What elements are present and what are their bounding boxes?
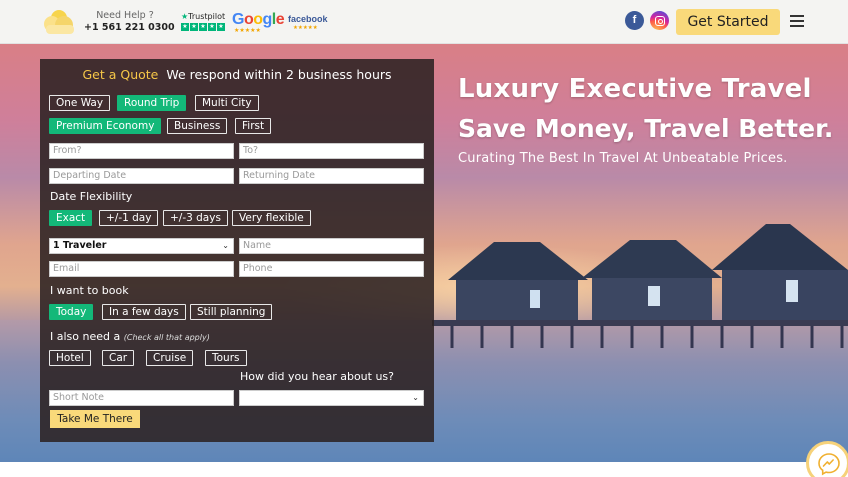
book-still-planning[interactable]: Still planning xyxy=(190,304,273,320)
chevron-down-icon: ⌄ xyxy=(222,241,229,250)
facebook-stars: ★★★★★ xyxy=(293,25,318,31)
departing-date-input[interactable]: Departing Date xyxy=(49,168,234,184)
chevron-down-icon: ⌄ xyxy=(412,393,419,402)
need-car[interactable]: Car xyxy=(102,350,135,366)
facebook-badge[interactable]: facebook xyxy=(288,14,328,24)
flex-very-flexible[interactable]: Very flexible xyxy=(232,210,311,226)
site-header: Need Help ? +1 561 221 0300 ★Trustpilot … xyxy=(0,0,848,44)
instagram-icon[interactable] xyxy=(650,11,669,30)
trip-multi-city[interactable]: Multi City xyxy=(195,95,259,111)
also-need-text: I also need a xyxy=(50,330,121,343)
need-hotel[interactable]: Hotel xyxy=(49,350,91,366)
from-input[interactable]: From? xyxy=(49,143,234,159)
messenger-chat-button[interactable] xyxy=(806,441,848,477)
book-label: I want to book xyxy=(50,284,129,297)
hero-subtitle: Curating The Best In Travel At Unbeatabl… xyxy=(458,151,788,166)
google-badge[interactable]: Google xyxy=(232,12,285,28)
facebook-icon[interactable]: f xyxy=(625,11,644,30)
form-heading-text: We respond within 2 business hours xyxy=(166,67,392,82)
hear-about-select[interactable]: ⌄ xyxy=(239,390,424,406)
travelers-value: 1 Traveler xyxy=(53,240,107,251)
trip-one-way[interactable]: One Way xyxy=(49,95,111,111)
travelers-select[interactable]: 1 Traveler ⌄ xyxy=(49,238,234,254)
trustpilot-badge[interactable]: ★Trustpilot ★ ★ ★ ★ ★ xyxy=(181,12,225,31)
phone-input[interactable]: Phone xyxy=(239,261,424,277)
flex-exact[interactable]: Exact xyxy=(49,210,93,226)
email-input[interactable]: Email xyxy=(49,261,234,277)
also-need-label: I also need a (Check all that apply) xyxy=(50,330,210,343)
hear-about-label: How did you hear about us? xyxy=(240,370,394,383)
name-input[interactable]: Name xyxy=(239,238,424,254)
flex-3-days[interactable]: +/-3 days xyxy=(163,210,228,226)
help-contact: Need Help ? +1 561 221 0300 xyxy=(84,10,175,34)
take-me-there-button[interactable]: Take Me There xyxy=(50,410,140,428)
messenger-icon xyxy=(818,453,840,476)
also-need-hint: (Check all that apply) xyxy=(123,333,210,342)
short-note-input[interactable]: Short Note xyxy=(49,390,234,406)
date-flexibility-label: Date Flexibility xyxy=(50,190,133,203)
class-first[interactable]: First xyxy=(235,118,272,134)
need-cruise[interactable]: Cruise xyxy=(146,350,194,366)
to-input[interactable]: To? xyxy=(239,143,424,159)
hero-title-secondary: Save Money, Travel Better. xyxy=(458,114,834,143)
hero-title: Luxury Executive Travel xyxy=(458,74,812,104)
returning-date-input[interactable]: Returning Date xyxy=(239,168,424,184)
book-today[interactable]: Today xyxy=(49,304,94,320)
form-heading-accent: Get a Quote xyxy=(82,67,159,82)
logo-icon[interactable] xyxy=(42,8,76,36)
trustpilot-stars: ★ ★ ★ ★ ★ xyxy=(181,23,225,31)
help-label: Need Help ? xyxy=(96,10,154,21)
class-premium-economy[interactable]: Premium Economy xyxy=(49,118,162,134)
phone-number[interactable]: +1 561 221 0300 xyxy=(84,22,175,34)
trustpilot-label: Trustpilot xyxy=(188,12,226,21)
need-tours[interactable]: Tours xyxy=(205,350,247,366)
overwater-villas-image xyxy=(432,224,848,348)
book-in-a-few-days[interactable]: In a few days xyxy=(102,304,186,320)
class-business[interactable]: Business xyxy=(167,118,228,134)
google-stars: ★★★★★ xyxy=(234,27,261,34)
form-heading: Get a Quote We respond within 2 business… xyxy=(40,67,434,82)
trip-round-trip[interactable]: Round Trip xyxy=(117,95,187,111)
flex-1-day[interactable]: +/-1 day xyxy=(99,210,159,226)
menu-icon[interactable] xyxy=(790,15,804,27)
get-started-button[interactable]: Get Started xyxy=(676,9,780,35)
